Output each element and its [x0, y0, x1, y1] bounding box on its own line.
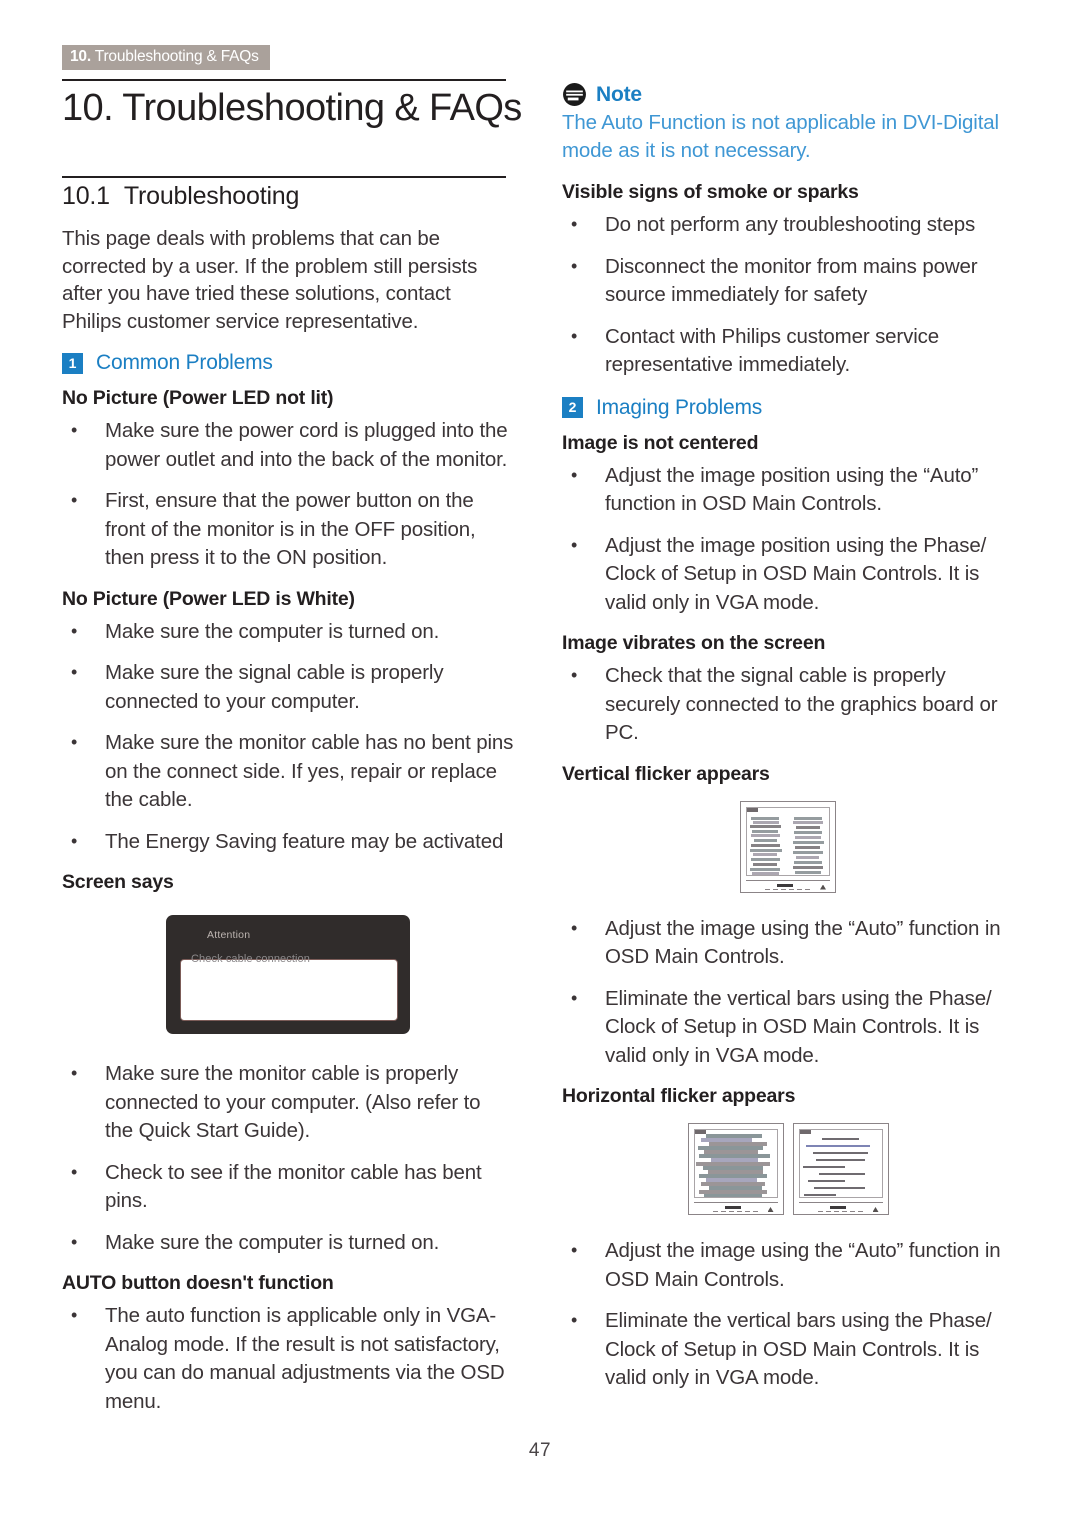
list-item: Check that the signal cable is properly …: [562, 661, 1014, 748]
page-footer-rule: [798, 1202, 883, 1203]
list-item: First, ensure that the power button on t…: [62, 486, 514, 573]
osd-figure-title: Attention: [207, 929, 251, 941]
group-label-common-problems: Common Problems: [96, 351, 273, 374]
list-item: Adjust the image using the “Auto” functi…: [562, 1236, 1014, 1294]
list-item: Do not perform any troubleshooting steps: [562, 210, 1014, 240]
header-divider-rule: [62, 79, 506, 81]
running-header-number: 10.: [70, 48, 91, 65]
subhead-no-picture-led-white: No Picture (Power LED is White): [62, 587, 355, 610]
page-footer-rule: [746, 879, 830, 881]
page-title: 10. Troubleshooting & FAQs: [62, 87, 522, 129]
list-item: Make sure the computer is turned on.: [62, 617, 514, 647]
bullet-list-screen-says: Make sure the monitor cable is properly …: [62, 1059, 514, 1258]
list-item: Make sure the monitor cable has no bent …: [62, 728, 514, 815]
page-corner-mark: [799, 1130, 811, 1134]
running-header-label: Troubleshooting & FAQs: [94, 48, 259, 65]
page-footer-glyph: [767, 1207, 774, 1212]
list-item: The Energy Saving feature may be activat…: [62, 827, 514, 857]
horizontal-flicker-figure: [562, 1123, 1014, 1215]
subhead-screen-says: Screen says: [62, 871, 174, 893]
page-number: 47: [528, 1440, 552, 1461]
bullet-list-image-vibrates: Check that the signal cable is properly …: [562, 661, 1014, 748]
subhead-smoke-or-sparks: Visible signs of smoke or sparks: [562, 181, 859, 203]
page-footer-bar: [724, 1206, 741, 1209]
note-body: The Auto Function is not applicable in D…: [562, 111, 999, 162]
subhead-image-not-centered: Image is not centered: [562, 431, 759, 454]
bullet-list-smoke-sparks: Do not perform any troubleshooting steps…: [562, 210, 1014, 380]
imaging-problems-heading: 2 Imaging Problems: [562, 396, 1014, 420]
page-corner-mark: [747, 807, 758, 812]
page-footer-rule: [693, 1202, 778, 1203]
bullet-list-led-white: Make sure the computer is turned on. Mak…: [62, 617, 514, 857]
page-footer-dots: [712, 1211, 761, 1212]
page-footer-dots: [765, 888, 813, 890]
list-item: Make sure the power cord is plugged into…: [62, 416, 514, 474]
list-item: Eliminate the vertical bars using the Ph…: [562, 1306, 1014, 1393]
bullet-list-led-not-lit: Make sure the power cord is plugged into…: [62, 416, 514, 573]
page-thumbnail-vertical-flicker: [740, 800, 836, 893]
list-item: Disconnect the monitor from mains power …: [562, 252, 1014, 310]
page-thumbnail-horizontal-flicker-distorted: [687, 1123, 784, 1215]
page-text-column-left: [750, 811, 783, 875]
subhead-vertical-flicker: Vertical flicker appears: [562, 762, 770, 785]
running-header-tab: 10. Troubleshooting & FAQs: [62, 45, 270, 70]
list-item: Make sure the signal cable is properly c…: [62, 658, 514, 716]
list-item: Make sure the computer is turned on.: [62, 1228, 514, 1258]
list-item: Adjust the image using the “Auto” functi…: [562, 914, 1014, 972]
note-icon: [563, 83, 586, 106]
section-heading-label: Troubleshooting: [123, 182, 300, 210]
osd-attention-figure: Attention Check cable connection: [166, 915, 410, 1034]
subhead-horizontal-flicker: Horizontal flicker appears: [562, 1085, 796, 1107]
vertical-flicker-figure: [562, 800, 1014, 893]
bullet-list-vertical-flicker: Adjust the image using the “Auto” functi…: [562, 914, 1014, 1071]
group-label-imaging-problems: Imaging Problems: [596, 395, 763, 419]
bullet-list-auto-button: The auto function is applicable only in …: [62, 1301, 514, 1416]
page-sheet: [693, 1129, 778, 1198]
page-footer-glyph: [820, 884, 826, 890]
common-problems-heading: 1 Common Problems: [62, 351, 514, 375]
list-item: Adjust the image position using the “Aut…: [562, 461, 1014, 519]
subhead-image-vibrates: Image vibrates on the screen: [562, 632, 826, 654]
page-thumbnail-horizontal-flicker-clean: [792, 1123, 889, 1215]
note-heading: Note: [562, 82, 1014, 107]
list-item: Contact with Philips customer service re…: [562, 322, 1014, 380]
list-item: Adjust the image position using the Phas…: [562, 531, 1014, 618]
list-item: Eliminate the vertical bars using the Ph…: [562, 984, 1014, 1071]
list-item: Check to see if the monitor cable has be…: [62, 1158, 514, 1216]
section-number: 10.1: [62, 182, 110, 210]
group-badge-2: 2: [562, 397, 583, 418]
osd-figure-message: Check cable connection: [191, 953, 310, 965]
page-footer-bar: [777, 883, 793, 887]
bullet-list-horizontal-flicker: Adjust the image using the “Auto” functi…: [562, 1236, 1014, 1393]
page-sheet: [746, 806, 830, 876]
page-footer-dots: [817, 1211, 866, 1212]
intro-paragraph: This page deals with problems that can b…: [62, 227, 478, 333]
note-title: Note: [596, 82, 642, 106]
section-divider-rule: [62, 176, 506, 178]
page-text-column-right: [792, 811, 826, 874]
group-badge-1: 1: [62, 352, 83, 374]
osd-figure-inner-box: [180, 959, 398, 1021]
page-corner-mark: [694, 1130, 706, 1134]
subhead-auto-button: AUTO button doesn't function: [62, 1272, 334, 1294]
page-footer-bar: [829, 1206, 846, 1209]
list-item: Make sure the monitor cable is properly …: [62, 1059, 514, 1146]
bullet-list-not-centered: Adjust the image position using the “Aut…: [562, 461, 1014, 618]
list-item: The auto function is applicable only in …: [62, 1301, 514, 1416]
subhead-no-picture-led-not-lit: No Picture (Power LED not lit): [62, 387, 334, 409]
page-sheet: [798, 1129, 883, 1198]
section-title: 10.1 Troubleshooting: [62, 182, 299, 211]
page-footer-glyph: [872, 1207, 879, 1212]
